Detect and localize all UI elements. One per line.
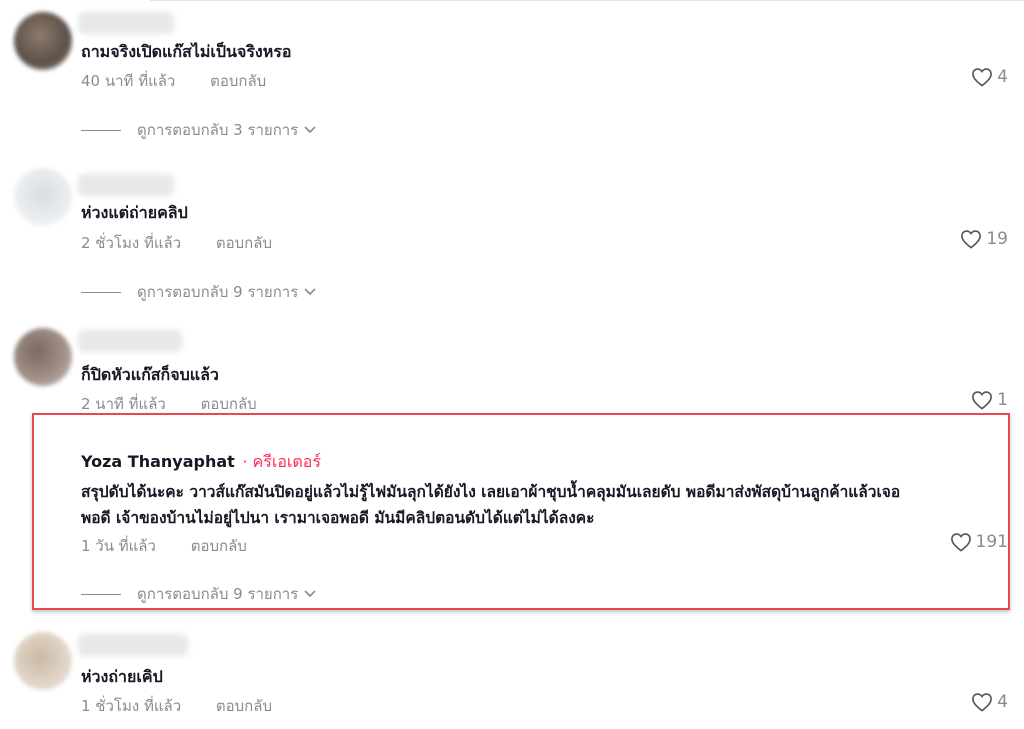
comment-meta: 40 นาที ที่แล้ว ตอบกลับ: [81, 69, 266, 93]
comment-author[interactable]: Yoza Thanyaphat · ครีเอเตอร์: [81, 450, 321, 475]
chevron-down-icon: [304, 590, 316, 598]
view-replies-button[interactable]: ดูการตอบกลับ 9 รายการ: [81, 280, 316, 304]
comment-time: 2 ชั่วโมง ที่แล้ว: [81, 234, 182, 252]
view-replies-label: ดูการตอบกลับ 9 รายการ: [137, 283, 299, 301]
avatar[interactable]: [14, 632, 72, 690]
view-replies-label: ดูการตอบกลับ 9 รายการ: [137, 585, 299, 603]
like-count: 4: [997, 692, 1008, 712]
comment-time: 1 ชั่วโมง ที่แล้ว: [81, 697, 182, 715]
creator-badge: · ครีเอเตอร์: [242, 452, 321, 471]
comments-page: ถามจริงเปิดแก๊สไม่เป็นจริงหรอ 40 นาที ที…: [0, 0, 1024, 729]
comment-text: ก็ปิดหัวแก๊สก็จบแล้ว: [81, 365, 219, 384]
username-blurred[interactable]: [78, 174, 174, 196]
heart-icon: [950, 533, 971, 552]
reply-button[interactable]: ตอบกลับ: [191, 537, 247, 555]
reply-button[interactable]: ตอบกลับ: [201, 395, 257, 413]
view-replies-label: ดูการตอบกลับ 3 รายการ: [137, 121, 299, 139]
comment-text: ห่วงแต่ถ่ายคลิป: [81, 203, 188, 222]
like-button[interactable]: 1: [971, 390, 1008, 410]
like-button[interactable]: 191: [950, 532, 1008, 552]
comment-time: 2 นาที ที่แล้ว: [81, 395, 166, 413]
like-button[interactable]: 19: [960, 229, 1008, 249]
comment-text-line-2: พอดี เจ้าของบ้านไม่อยู่ไปนา เรามาเจอพอดี…: [81, 509, 595, 527]
reply-button[interactable]: ตอบกลับ: [210, 72, 266, 90]
heart-icon: [972, 693, 993, 712]
avatar[interactable]: [14, 12, 72, 70]
divider: [150, 0, 1024, 1]
like-count: 4: [997, 67, 1008, 87]
like-count: 191: [975, 532, 1008, 552]
heart-icon: [961, 230, 982, 249]
replies-divider: [81, 593, 121, 595]
chevron-down-icon: [304, 288, 316, 296]
like-count: 19: [986, 229, 1008, 249]
avatar[interactable]: [14, 328, 72, 386]
comment-meta: 1 วัน ที่แล้ว ตอบกลับ: [81, 534, 247, 558]
author-name[interactable]: Yoza Thanyaphat: [81, 452, 235, 471]
comment-meta: 2 ชั่วโมง ที่แล้ว ตอบกลับ: [81, 231, 272, 255]
username-blurred[interactable]: [78, 330, 182, 352]
comment-text: ห่วงถ่ายเคิป: [81, 667, 163, 686]
comment-meta: 1 ชั่วโมง ที่แล้ว ตอบกลับ: [81, 694, 272, 718]
reply-button[interactable]: ตอบกลับ: [216, 697, 272, 715]
replies-divider: [81, 291, 121, 293]
avatar[interactable]: [14, 168, 72, 226]
comment-time: 40 นาที ที่แล้ว: [81, 72, 176, 90]
heart-icon: [972, 391, 993, 410]
username-blurred[interactable]: [78, 12, 174, 34]
view-replies-button[interactable]: ดูการตอบกลับ 9 รายการ: [81, 582, 316, 606]
like-button[interactable]: 4: [971, 692, 1008, 712]
chevron-down-icon: [304, 126, 316, 134]
view-replies-button[interactable]: ดูการตอบกลับ 3 รายการ: [81, 118, 316, 142]
comment-text: ถามจริงเปิดแก๊สไม่เป็นจริงหรอ: [81, 42, 292, 61]
username-blurred[interactable]: [78, 634, 188, 656]
comment-text-line-1: สรุปดับได้นะคะ วาวส์แก๊สมันปิดอยู่แล้วไม…: [81, 483, 901, 501]
heart-icon: [972, 68, 993, 87]
replies-divider: [81, 129, 121, 131]
comment-time: 1 วัน ที่แล้ว: [81, 537, 156, 555]
like-button[interactable]: 4: [971, 67, 1008, 87]
reply-button[interactable]: ตอบกลับ: [216, 234, 272, 252]
like-count: 1: [997, 390, 1008, 410]
